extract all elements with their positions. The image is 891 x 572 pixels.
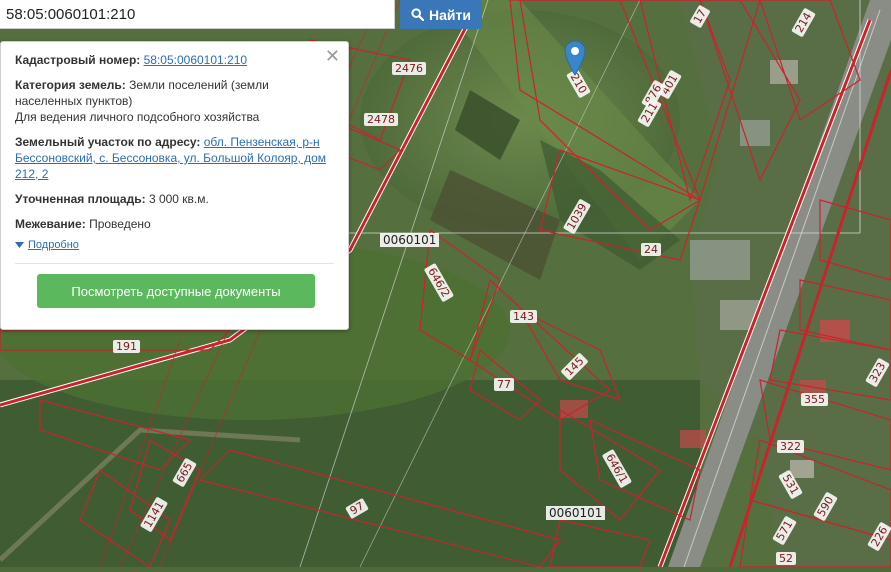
survey-label: Межевание:: [15, 217, 86, 231]
details-label: Подробно: [28, 239, 79, 251]
search-button[interactable]: Найти: [400, 0, 482, 29]
parcel-label: 322: [777, 440, 804, 453]
quarter-label: 0060101: [546, 506, 606, 520]
area-value: 3 000 кв.м.: [148, 192, 209, 206]
search-bar: [0, 0, 395, 29]
area-label: Уточненная площадь:: [15, 192, 146, 206]
address-label: Земельный участок по адресу:: [15, 135, 201, 149]
parcel-label: 355: [801, 393, 828, 406]
quarter-label: 0060101: [380, 233, 440, 247]
parcel-label: 24: [641, 243, 661, 256]
address-row: Земельный участок по адресу: обл. Пензен…: [15, 134, 334, 182]
parcel-info-popup: ✕ Кадастровый номер: 58:05:0060101:210 К…: [0, 41, 349, 330]
parcel-label: 191: [113, 340, 140, 353]
parcel-label: 143: [510, 310, 537, 323]
caret-down-icon: [15, 242, 24, 248]
divider: [15, 263, 334, 264]
cadastral-row: Кадастровый номер: 58:05:0060101:210: [15, 52, 334, 68]
parcel-label: 2478: [364, 113, 398, 126]
survey-row: Межевание: Проведено: [15, 216, 334, 232]
land-use-value: Для ведения личного подсобного хозяйства: [15, 110, 260, 124]
cadastral-number-link[interactable]: 58:05:0060101:210: [144, 53, 247, 67]
area-row: Уточненная площадь: 3 000 кв.м.: [15, 191, 334, 207]
location-marker-icon[interactable]: [564, 40, 586, 76]
parcel-label: 52: [776, 552, 796, 565]
parcel-label: 2476: [392, 62, 426, 75]
survey-value: Проведено: [89, 217, 151, 231]
close-icon[interactable]: ✕: [325, 47, 340, 65]
details-toggle[interactable]: Подробно: [15, 239, 334, 251]
search-input[interactable]: [0, 0, 395, 29]
cadastral-label: Кадастровый номер:: [15, 53, 141, 67]
view-documents-button[interactable]: Посмотреть доступные документы: [37, 274, 315, 308]
parcel-label: 77: [494, 378, 514, 391]
search-icon: [411, 8, 425, 21]
category-label: Категория земель:: [15, 78, 126, 92]
search-button-label: Найти: [429, 6, 471, 23]
category-row: Категория земель: Земли поселений (земли…: [15, 77, 334, 125]
